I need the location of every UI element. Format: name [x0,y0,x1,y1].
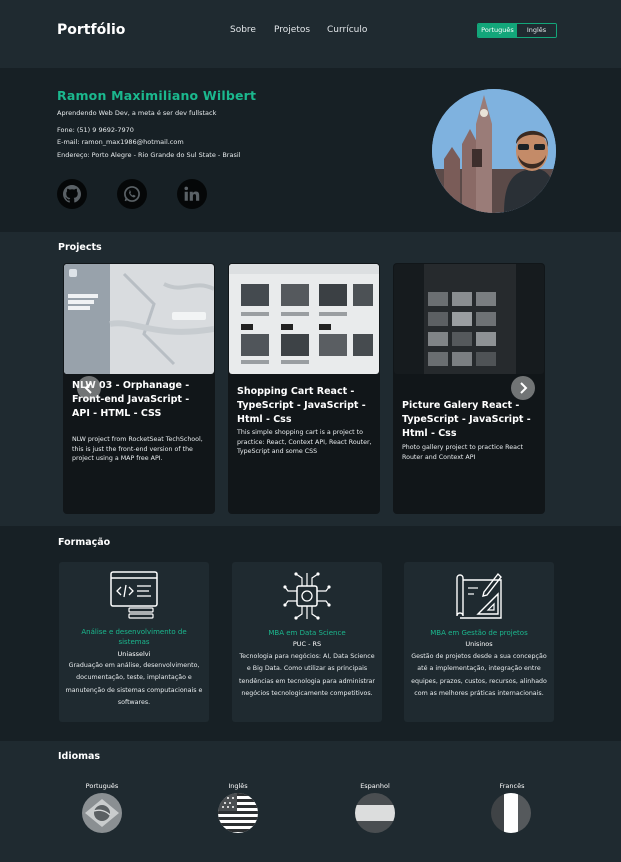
projects-title: Projects [58,242,102,253]
language-label: Espanhol [360,782,390,790]
education-card-project-management: MBA em Gestão de projetos Unisinos Gestã… [404,562,554,722]
linkedin-link[interactable] [177,179,207,209]
languages-section: Idiomas Português Inglês Espanhol Francê… [0,741,621,862]
language-portuguese-button[interactable]: Português [478,24,517,37]
project-title: Shopping Cart React - TypeScript - JavaS… [237,386,366,425]
language-english-button[interactable]: Inglês [517,24,556,37]
project-card-shopping-cart[interactable]: Shopping Cart React - TypeScript - JavaS… [228,263,380,514]
language-label: Inglês [228,782,248,790]
github-link[interactable] [57,179,87,209]
education-description: Gestão de projetos desde a sua concepção… [411,653,547,697]
chevron-right-icon [520,382,528,394]
nav-link-projetos[interactable]: Projetos [274,25,310,35]
top-navbar: Portfólio Sobre Projetos Currículo Portu… [0,0,621,68]
project-description: This simple shopping cart is a project t… [237,429,372,455]
projects-section: Projects NLW 03 - Orphanage - Front-end … [0,232,621,526]
education-card-ads: Análise e desenvolvimento de sistemas Un… [59,562,209,722]
education-card-data-science: MBA em Data Science PUC - RS Tecnologia … [232,562,382,722]
project-screenshot [229,264,379,374]
linkedin-icon [184,186,200,201]
project-description: Photo gallery project to practice React … [402,444,523,461]
education-course: Análise e desenvolvimento de sistemas [81,628,187,646]
whatsapp-icon [124,186,140,202]
language-label: Francês [499,782,525,790]
france-flag-icon [491,793,531,833]
education-course: MBA em Data Science [268,629,346,637]
blueprint-icon [456,572,502,619]
code-monitor-icon [110,571,158,619]
nav-link-curriculo[interactable]: Currículo [327,25,367,35]
education-school: PUC - RS [292,640,322,648]
education-title: Formação [58,537,111,548]
profile-email: E-mail: ramon_max1986@hotmail.com [57,138,184,146]
usa-flag-icon [218,793,258,833]
education-school: Unisinos [465,640,493,648]
education-description: Graduação em análise, desenvolvimento, d… [65,662,203,706]
carousel-next-button[interactable] [511,376,535,400]
ai-chip-icon [283,572,331,620]
project-screenshot [394,264,544,374]
chevron-left-icon [84,382,92,394]
profile-name: Ramon Maximiliano Wilbert [57,88,257,103]
profile-section: Ramon Maximiliano Wilbert Aprendendo Web… [0,68,621,232]
project-description: NLW project from RocketSeat TechSchool, … [72,436,203,462]
education-description: Tecnologia para negócios: AI, Data Scien… [239,653,375,697]
nav-link-sobre[interactable]: Sobre [230,25,256,35]
profile-phone: Fone: (51) 9 9692-7970 [57,126,134,134]
profile-tagline: Aprendendo Web Dev, a meta é ser dev ful… [57,109,217,117]
profile-address: Endereço: Porto Alegre - Rio Grande do S… [57,151,241,159]
languages-title: Idiomas [58,751,101,762]
language-toggle: Português Inglês [477,23,557,38]
brand-title[interactable]: Portfólio [57,22,125,38]
education-course: MBA em Gestão de projetos [430,629,528,637]
project-screenshot [64,264,214,374]
github-icon [63,185,81,203]
project-title: Picture Galery React - TypeScript - Java… [402,400,531,439]
language-label: Português [85,782,119,790]
carousel-prev-button[interactable] [77,376,101,400]
spain-flag-icon [355,793,395,833]
brazil-flag-icon [82,793,122,833]
profile-photo [432,89,556,213]
education-section: Formação Análise e desenvolvimento de si… [0,526,621,741]
education-school: Uniasselvi [117,650,151,658]
whatsapp-link[interactable] [117,179,147,209]
